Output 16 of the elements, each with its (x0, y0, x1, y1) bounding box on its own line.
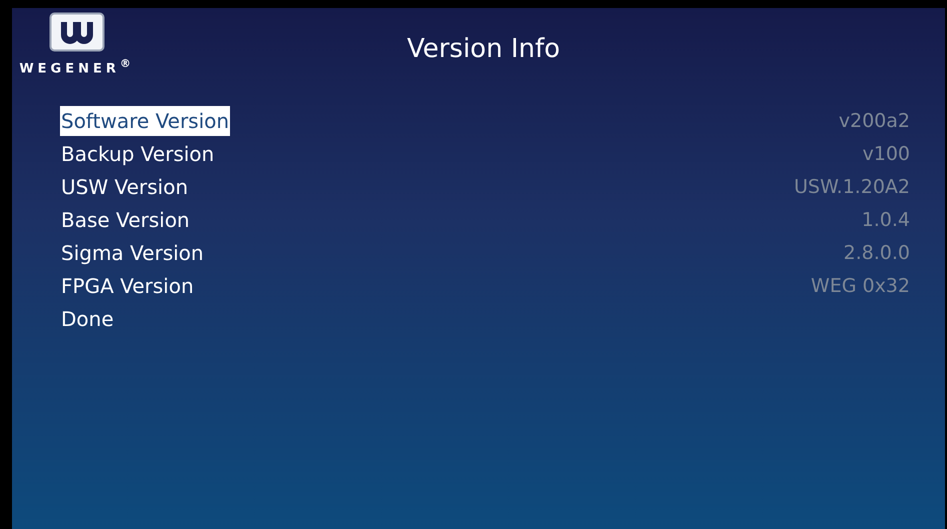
menu-item[interactable]: USW Version (60, 172, 190, 202)
screen-title: Version Info (406, 33, 562, 64)
logo-icon (49, 12, 105, 52)
menu-item[interactable]: Backup Version (60, 138, 216, 168)
version-value: v200a2 (838, 110, 910, 132)
brand-name: WEGENER$^{®}$ (19, 57, 135, 76)
menu-item[interactable]: Software Version (60, 106, 230, 136)
menu-item[interactable]: Sigma Version (60, 238, 205, 268)
version-value: v100 (862, 142, 910, 164)
version-value: 2.8.0.0 (844, 242, 910, 264)
version-value: USW.1.20A2 (794, 176, 910, 198)
menu-item[interactable]: Base Version (60, 204, 191, 234)
menu-item[interactable]: FPGA Version (60, 270, 195, 300)
version-value: WEG 0x32 (810, 274, 910, 296)
version-value: 1.0.4 (862, 208, 910, 230)
menu-item[interactable]: Done (60, 304, 115, 334)
